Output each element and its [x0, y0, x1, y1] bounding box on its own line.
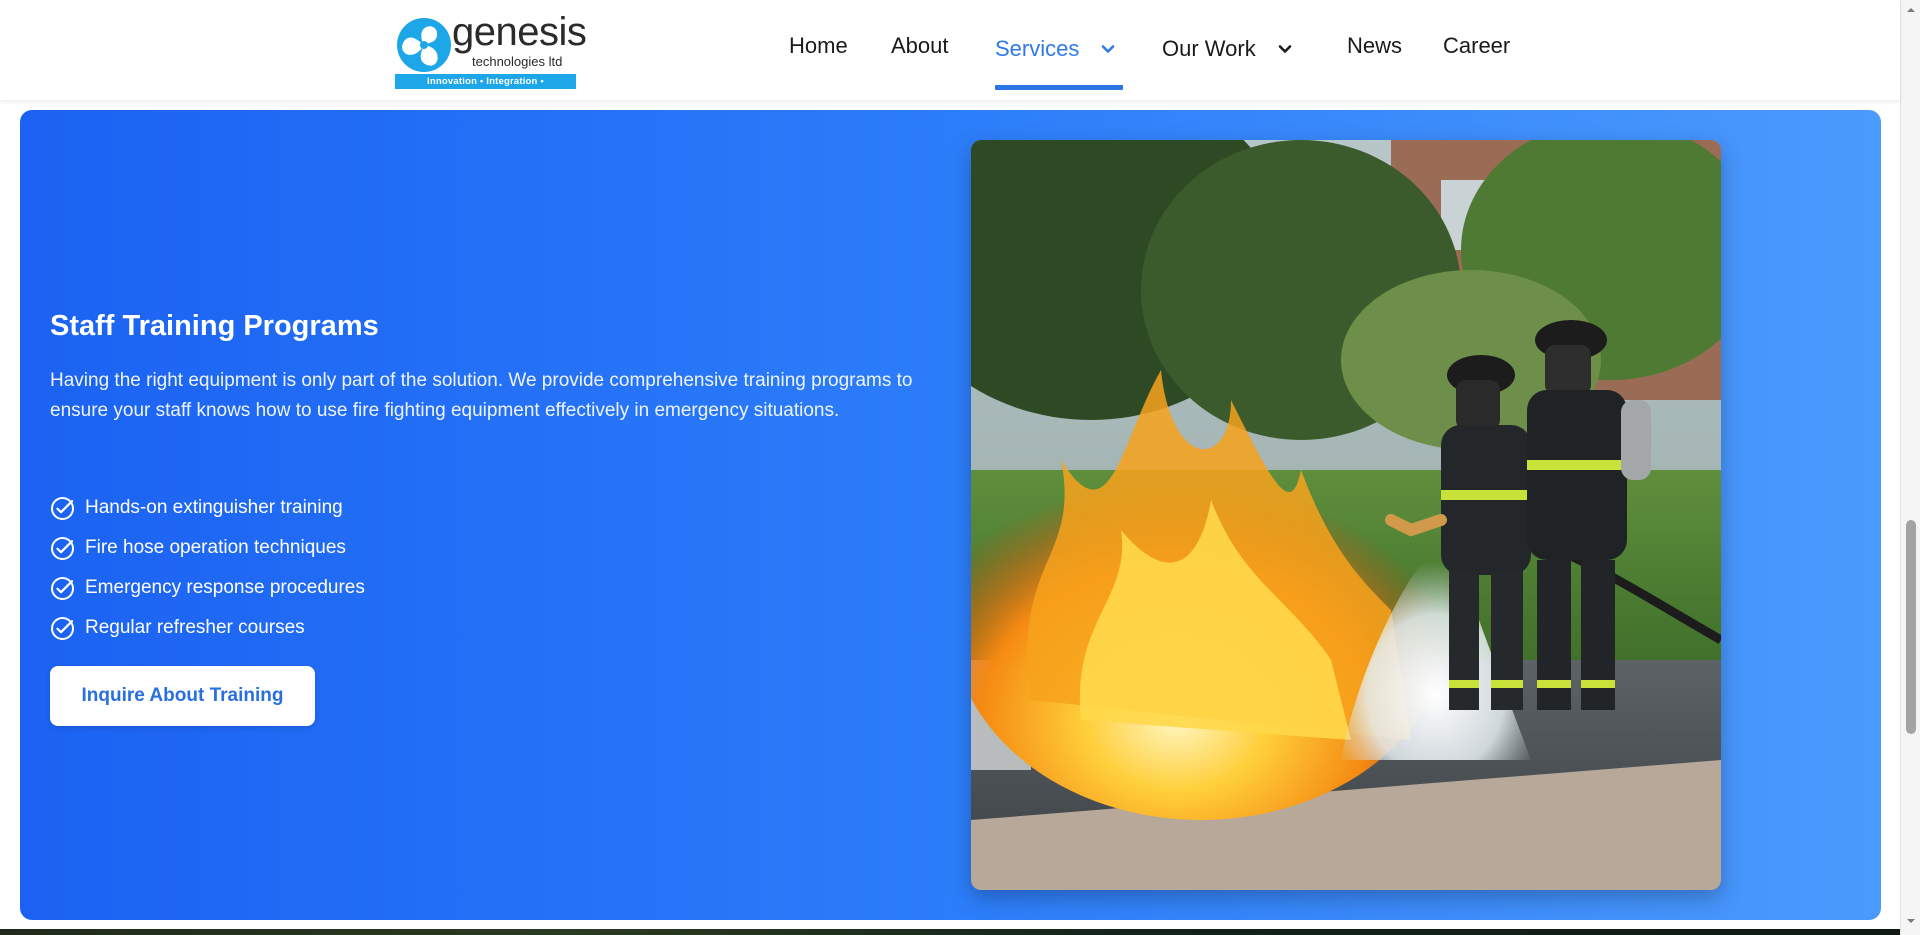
- scroll-thumb[interactable]: [1906, 520, 1916, 734]
- list-item: Emergency response procedures: [50, 568, 365, 608]
- section-description: Having the right equipment is only part …: [50, 370, 913, 421]
- chevron-down-icon: [1278, 45, 1292, 53]
- chevron-down-icon: [1102, 45, 1115, 53]
- main-nav: Home About Services Our Work News Career: [0, 0, 1900, 100]
- nav-item-services[interactable]: Services: [995, 33, 1115, 65]
- next-section-edge: [0, 929, 1900, 935]
- feature-label: Fire hose operation techniques: [85, 537, 346, 558]
- feature-label: Emergency response procedures: [85, 577, 365, 598]
- page-scrollbar[interactable]: [1900, 0, 1920, 935]
- nav-item-label: Career: [1443, 33, 1511, 58]
- nav-item-news[interactable]: News: [1347, 30, 1402, 62]
- nav-item-label: Home: [789, 33, 848, 58]
- check-circle-icon: [51, 616, 74, 640]
- feature-label: Regular refresher courses: [85, 617, 305, 638]
- list-item: Hands-on extinguisher training: [50, 488, 365, 528]
- page: genesis technologies ltd Innovation • In…: [0, 0, 1920, 935]
- inquire-training-button[interactable]: Inquire About Training: [50, 666, 315, 726]
- firefighters-spraying-hose-icon: [971, 140, 1721, 890]
- nav-item-about[interactable]: About: [891, 30, 949, 62]
- feature-list: Hands-on extinguisher training Fire hose…: [50, 488, 365, 648]
- site-header: genesis technologies ltd Innovation • In…: [0, 0, 1900, 102]
- staff-training-section: Staff Training Programs Having the right…: [20, 110, 1881, 920]
- check-circle-icon: [51, 576, 74, 600]
- check-circle-icon: [51, 496, 74, 520]
- feature-label: Hands-on extinguisher training: [85, 497, 343, 518]
- section-heading: Staff Training Programs: [50, 310, 379, 342]
- nav-item-home[interactable]: Home: [789, 30, 848, 62]
- nav-item-career[interactable]: Career: [1443, 30, 1510, 62]
- nav-item-label: About: [891, 33, 949, 58]
- active-nav-indicator: [995, 85, 1123, 90]
- list-item: Regular refresher courses: [50, 608, 365, 648]
- scroll-down-arrow-icon[interactable]: [1905, 915, 1917, 927]
- nav-item-label: Services: [995, 36, 1080, 61]
- nav-item-label: News: [1347, 33, 1403, 58]
- training-photo: [971, 140, 1721, 890]
- nav-item-label: Our Work: [1162, 36, 1256, 61]
- scroll-up-arrow-icon[interactable]: [1905, 4, 1917, 16]
- nav-item-our-work[interactable]: Our Work: [1162, 33, 1292, 65]
- list-item: Fire hose operation techniques: [50, 528, 365, 568]
- check-circle-icon: [51, 536, 74, 560]
